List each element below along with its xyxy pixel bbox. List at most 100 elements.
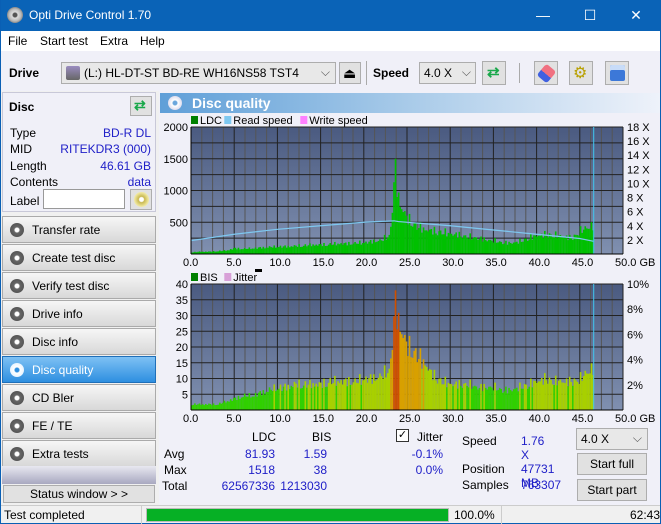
bis-bar	[369, 374, 372, 410]
y2-tick-label: 12 X	[627, 164, 650, 176]
ldc-bar	[360, 244, 363, 254]
ldc-bar	[525, 238, 527, 254]
bis-bar	[220, 403, 223, 410]
ldc-bar	[526, 240, 529, 254]
ldc-bar	[536, 236, 538, 254]
disc-refresh-button[interactable]: ⇄	[130, 96, 152, 116]
nav-item-transfer-rate[interactable]: Transfer rate	[2, 216, 156, 243]
bis-bar	[474, 385, 476, 410]
disc-label-input[interactable]	[43, 189, 125, 209]
bis-bar	[539, 381, 541, 410]
nav-item-verify-test-disc[interactable]: Verify test disc	[2, 272, 156, 299]
status-window-button[interactable]: Status window > >	[3, 485, 155, 503]
minimize-button[interactable]: —	[520, 0, 566, 31]
samples-value: 763307	[521, 478, 562, 492]
bis-bar	[379, 373, 381, 410]
bis-bar	[525, 384, 527, 410]
menu-help[interactable]: Help	[140, 34, 165, 48]
bis-bar	[346, 386, 349, 410]
settings-icon: ⚙	[573, 65, 588, 82]
nav-item-create-test-disc[interactable]: Create test disc	[2, 244, 156, 271]
drive-select[interactable]: (L:) HL-DT-ST BD-RE WH16NS58 TST4 ⌵	[61, 62, 336, 84]
speed-select[interactable]: 4.0 X ⌵	[419, 62, 476, 84]
max-jitter: 0.0%	[415, 463, 443, 477]
speed-label: Speed	[373, 66, 410, 80]
disc-label-button[interactable]	[130, 189, 152, 210]
menu-file[interactable]: File	[8, 34, 27, 48]
ldc-bar	[497, 242, 499, 254]
ldc-bar	[400, 209, 403, 254]
disc-icon	[134, 192, 149, 207]
status-bar: Test completed 100.0% 62:43	[1, 505, 660, 524]
nav-item-drive-info[interactable]: Drive info	[2, 300, 156, 327]
ldc-bar	[228, 250, 230, 254]
bis-bar	[208, 403, 210, 410]
refresh-button[interactable]: ⇄	[482, 61, 506, 85]
ldc-bar	[349, 244, 352, 254]
bis-bar	[330, 384, 333, 410]
bis-bar	[512, 389, 515, 410]
disc-panel: Disc ⇄ Type BD-R DL MID RITEKDR3 (000) L…	[2, 92, 156, 212]
nav-item-disc-quality[interactable]: Disc quality	[2, 356, 156, 383]
ldc-bar	[586, 228, 588, 254]
save-button[interactable]	[605, 61, 629, 85]
bis-bar	[253, 396, 255, 410]
disc-quality-panel: Disc quality LDC Read speed Write speed 0.0…	[159, 91, 660, 505]
bis-bar	[382, 378, 384, 410]
ldc-bar	[324, 245, 327, 254]
ldc-bar	[355, 243, 358, 254]
bis-bar	[430, 369, 433, 410]
jitter-checkbox[interactable]: ✓	[396, 429, 409, 442]
ldc-bar	[562, 237, 565, 254]
bis-bar	[491, 387, 493, 410]
bis-bar	[530, 378, 532, 410]
bis-bar	[299, 388, 302, 410]
maximize-button[interactable]: ☐	[567, 0, 613, 31]
ldc-bar	[469, 233, 471, 254]
ldc-bar	[301, 246, 304, 254]
ldc-bar	[523, 238, 526, 254]
nav-item-cd-bler[interactable]: CD Bler	[2, 384, 156, 411]
ldc-bar	[416, 229, 419, 254]
bis-bar	[228, 401, 230, 410]
bis-bar	[197, 404, 199, 410]
disc-type-value: BD-R DL	[102, 126, 151, 140]
toolbar: Drive (L:) HL-DT-ST BD-RE WH16NS58 TST4 …	[1, 51, 660, 91]
ldc-bar	[502, 244, 504, 254]
ldc-bar	[582, 229, 585, 254]
nav-item-disc-info[interactable]: Disc info	[2, 328, 156, 355]
bis-bar	[298, 379, 300, 410]
nav-item-extra-tests[interactable]: Extra tests	[2, 440, 156, 467]
menu-start-test[interactable]: Start test	[40, 34, 88, 48]
progress-bar	[146, 508, 449, 522]
test-speed-value: 4.0 X	[581, 432, 610, 446]
erase-button[interactable]	[534, 61, 558, 85]
bis-bar	[287, 384, 290, 410]
ldc-bar	[326, 245, 328, 254]
start-full-button[interactable]: Start full	[577, 453, 647, 475]
ldc-bar	[394, 158, 397, 254]
bis-bar	[293, 381, 296, 410]
bis-bar	[469, 379, 471, 410]
disc-mid-label: MID	[10, 142, 32, 156]
ldc-bar	[315, 244, 318, 254]
bis-bar	[385, 377, 387, 410]
ldc-bar	[442, 234, 445, 254]
start-part-button[interactable]: Start part	[577, 479, 647, 501]
nav-item-fe-te[interactable]: FE / TE	[2, 412, 156, 439]
bis-bar	[218, 402, 221, 410]
bis-bar	[194, 403, 196, 410]
ldc-bar	[302, 245, 305, 254]
ldc-bar	[480, 236, 482, 254]
test-speed-select[interactable]: 4.0 X ⌵	[576, 428, 648, 450]
ldc-bar	[495, 242, 498, 254]
bis-bar	[547, 383, 549, 410]
bis-bar	[458, 380, 461, 410]
menu-extra[interactable]: Extra	[100, 34, 128, 48]
bis-bar	[470, 388, 473, 410]
settings-button[interactable]: ⚙	[569, 61, 593, 85]
close-button[interactable]: ✕	[613, 0, 659, 31]
ldc-bar	[500, 241, 503, 254]
eject-button[interactable]: ⏏	[339, 62, 361, 84]
bis-bar	[589, 373, 591, 410]
